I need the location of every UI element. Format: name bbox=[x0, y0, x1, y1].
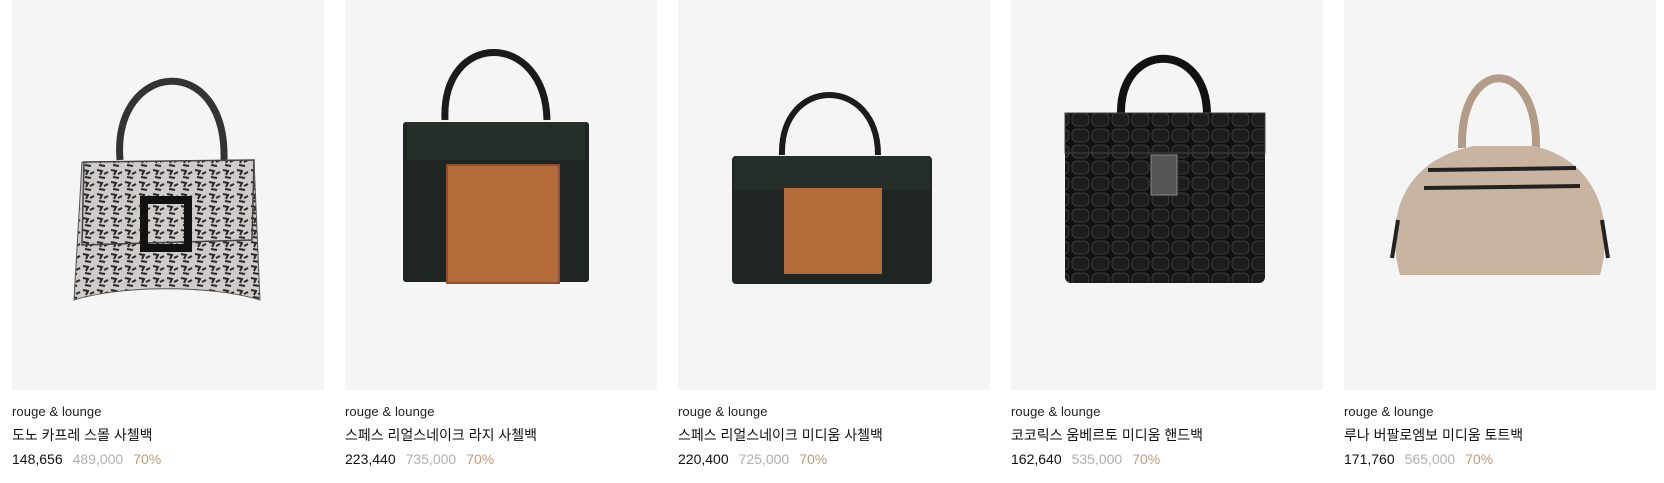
product-name[interactable]: 스페스 리얼스네이크 미디움 사첼백 bbox=[678, 425, 990, 445]
product-card[interactable]: rouge & lounge 코코릭스 움베르토 미디움 핸드백 162,640… bbox=[1011, 0, 1323, 469]
original-price: 565,000 bbox=[1404, 451, 1456, 467]
product-brand: rouge & lounge bbox=[678, 404, 768, 419]
discount-rate: 70% bbox=[799, 451, 828, 467]
product-brand: rouge & lounge bbox=[1011, 404, 1101, 419]
product-name[interactable]: 코코릭스 움베르토 미디움 핸드백 bbox=[1011, 425, 1323, 445]
original-price: 489,000 bbox=[72, 451, 124, 467]
discount-rate: 70% bbox=[466, 451, 495, 467]
sale-price: 223,440 bbox=[345, 451, 396, 467]
product-grid: rouge & lounge 도노 카프레 스몰 사첼백 148,656 489,… bbox=[12, 0, 1656, 469]
beige-tote-icon bbox=[1390, 74, 1610, 275]
sale-price: 148,656 bbox=[12, 451, 63, 467]
black-tan-satchel-large-icon bbox=[403, 49, 589, 284]
product-prices: 171,760 565,000 70% bbox=[1344, 449, 1656, 469]
product-brand: rouge & lounge bbox=[345, 404, 435, 419]
product-prices: 223,440 735,000 70% bbox=[345, 449, 657, 469]
product-card[interactable]: rouge & lounge 스페스 리얼스네이크 라지 사첼백 223,440… bbox=[345, 0, 657, 469]
original-price: 735,000 bbox=[405, 451, 457, 467]
black-tan-satchel-medium-icon bbox=[732, 92, 932, 284]
original-price: 535,000 bbox=[1071, 451, 1123, 467]
product-card[interactable]: rouge & lounge 루나 버팔로엠보 미디움 토트백 171,760 5… bbox=[1344, 0, 1656, 469]
black-croc-handbag-icon bbox=[1064, 54, 1266, 283]
product-image[interactable] bbox=[1011, 0, 1323, 390]
product-prices: 148,656 489,000 70% bbox=[12, 449, 324, 469]
product-prices: 162,640 535,000 70% bbox=[1011, 449, 1323, 469]
sale-price: 162,640 bbox=[1011, 451, 1062, 467]
product-image[interactable] bbox=[345, 0, 657, 390]
original-price: 725,000 bbox=[738, 451, 790, 467]
product-image[interactable] bbox=[1344, 0, 1656, 390]
discount-rate: 70% bbox=[1465, 451, 1494, 467]
product-image[interactable] bbox=[678, 0, 990, 390]
product-brand: rouge & lounge bbox=[1344, 404, 1434, 419]
product-name[interactable]: 도노 카프레 스몰 사첼백 bbox=[12, 425, 324, 445]
snakeskin-handbag-icon bbox=[73, 77, 261, 301]
product-prices: 220,400 725,000 70% bbox=[678, 449, 990, 469]
sale-price: 220,400 bbox=[678, 451, 729, 467]
product-card[interactable]: rouge & lounge 스페스 리얼스네이크 미디움 사첼백 220,40… bbox=[678, 0, 990, 469]
product-name[interactable]: 스페스 리얼스네이크 라지 사첼백 bbox=[345, 425, 657, 445]
sale-price: 171,760 bbox=[1344, 451, 1395, 467]
discount-rate: 70% bbox=[133, 451, 162, 467]
discount-rate: 70% bbox=[1132, 451, 1161, 467]
product-name[interactable]: 루나 버팔로엠보 미디움 토트백 bbox=[1344, 425, 1656, 445]
product-image[interactable] bbox=[12, 0, 324, 390]
product-brand: rouge & lounge bbox=[12, 404, 102, 419]
product-card[interactable]: rouge & lounge 도노 카프레 스몰 사첼백 148,656 489,… bbox=[12, 0, 324, 469]
